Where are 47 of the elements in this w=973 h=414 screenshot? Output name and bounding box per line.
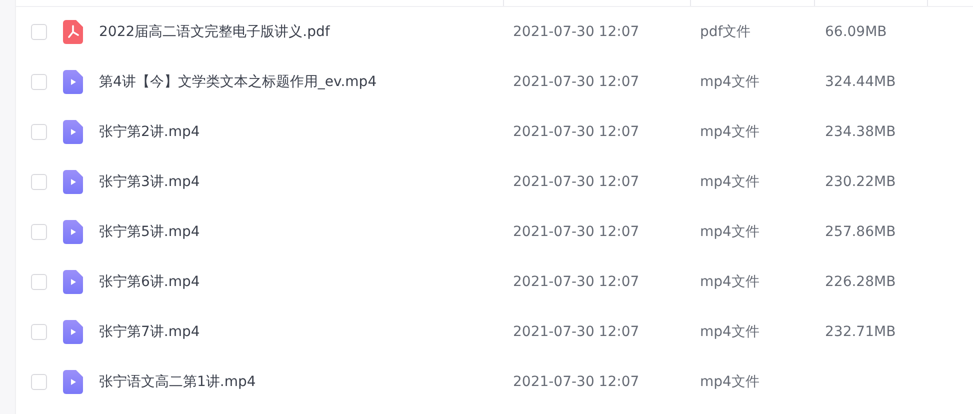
video-file-icon <box>63 270 83 294</box>
file-type: mp4文件 <box>700 73 760 91</box>
file-name[interactable]: 张宁第5讲.mp4 <box>99 223 497 241</box>
checkbox[interactable] <box>31 324 47 340</box>
modified-time: 2021-07-30 12:07 <box>513 74 640 90</box>
file-type: mp4文件 <box>700 373 760 391</box>
video-file-icon <box>63 320 83 344</box>
file-size: 232.71MB <box>825 324 897 340</box>
file-name[interactable]: 张宁第3讲.mp4 <box>99 173 497 191</box>
video-file-icon <box>63 120 83 144</box>
video-file-icon <box>63 220 83 244</box>
modified-time: 2021-07-30 12:07 <box>513 174 640 190</box>
checkbox[interactable] <box>31 24 47 40</box>
checkbox[interactable] <box>31 374 47 390</box>
modified-time: 2021-07-30 12:07 <box>513 24 640 40</box>
file-size: 234.38MB <box>825 124 897 140</box>
modified-time: 2021-07-30 12:07 <box>513 224 640 240</box>
modified-time: 2021-07-30 12:07 <box>513 374 640 390</box>
pdf-file-icon <box>63 20 83 44</box>
file-size: 226.28MB <box>825 274 897 290</box>
file-size: 257.86MB <box>825 224 897 240</box>
checkbox[interactable] <box>31 124 47 140</box>
video-file-icon <box>63 70 83 94</box>
file-size: 66.09MB <box>825 24 888 40</box>
file-type: mp4文件 <box>700 173 760 191</box>
file-type: pdf文件 <box>700 23 752 41</box>
checkbox[interactable] <box>31 274 47 290</box>
checkbox[interactable] <box>31 74 47 90</box>
file-name[interactable]: 2022届高二语文完整电子版讲义.pdf <box>99 23 497 41</box>
file-type: mp4文件 <box>700 273 760 291</box>
file-name[interactable]: 张宁第6讲.mp4 <box>99 273 497 291</box>
video-file-icon <box>63 170 83 194</box>
file-name[interactable]: 张宁第7讲.mp4 <box>99 323 497 341</box>
file-name[interactable]: 第4讲【今】文学类文本之标题作用_ev.mp4 <box>99 73 497 91</box>
file-size: 324.44MB <box>825 74 897 90</box>
file-name[interactable]: 张宁语文高二第1讲.mp4 <box>99 373 497 391</box>
modified-time: 2021-07-30 12:07 <box>513 124 640 140</box>
checkbox[interactable] <box>31 224 47 240</box>
checkbox[interactable] <box>31 174 47 190</box>
file-type: mp4文件 <box>700 323 760 341</box>
file-name[interactable]: 张宁第2讲.mp4 <box>99 123 497 141</box>
file-type: mp4文件 <box>700 223 760 241</box>
file-type: mp4文件 <box>700 123 760 141</box>
video-file-icon <box>63 370 83 394</box>
modified-time: 2021-07-30 12:07 <box>513 324 640 340</box>
file-size: 230.22MB <box>825 174 897 190</box>
modified-time: 2021-07-30 12:07 <box>513 274 640 290</box>
